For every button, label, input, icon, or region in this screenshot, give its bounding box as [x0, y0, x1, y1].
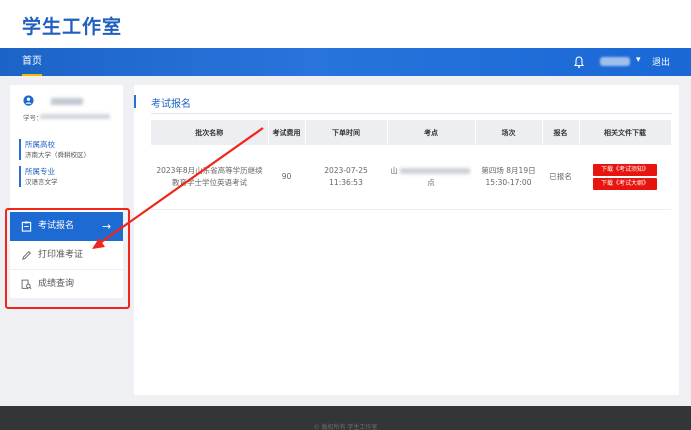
section-marker — [134, 95, 136, 108]
column-header: 场次 — [475, 120, 543, 145]
downloads-cell: 下载《考试须知》 下载《考试大纲》 — [579, 145, 671, 210]
annotation-highlight-box — [5, 208, 130, 309]
download-exam-syllabus-button[interactable]: 下载《考试大纲》 — [593, 177, 657, 190]
fee-cell: 90 — [268, 145, 305, 210]
school-title: 所属高校 — [25, 140, 55, 149]
chevron-down-icon[interactable]: ▾ — [636, 55, 641, 65]
major-title: 所属专业 — [25, 167, 55, 176]
app-title: 学生工作室 — [22, 16, 123, 38]
major-info: 所属专业 汉语言文学 — [19, 166, 119, 187]
column-header: 相关文件下载 — [579, 120, 672, 145]
school-info: 所属高校 济南大学（舜耕校区） — [19, 139, 119, 160]
nav-active-indicator — [22, 74, 42, 76]
order-time-cell: 2023-07-25 11:36:53 — [305, 145, 387, 210]
nav-home-link[interactable]: 首页 — [22, 48, 42, 76]
session-cell: 第四场 8月19日 15:30-17:00 — [475, 145, 542, 210]
column-header: 批次名称 — [151, 120, 269, 145]
section-divider — [151, 113, 672, 114]
student-id-redacted — [40, 114, 110, 119]
table-header-row: 批次名称 考试费用 下单时间 考点 场次 报名 相关文件下载 — [151, 120, 672, 145]
main-content-card: 考试报名 批次名称 考试费用 下单时间 考点 场次 报名 相关文件下载 2023… — [134, 85, 679, 395]
registration-table: 批次名称 考试费用 下单时间 考点 场次 报名 相关文件下载 2023年8月山东… — [151, 120, 672, 210]
section-title: 考试报名 — [151, 99, 191, 110]
exam-site-suffix: 点 — [427, 177, 435, 187]
bell-icon[interactable] — [572, 55, 586, 69]
column-header: 报名 — [542, 120, 580, 145]
nav-bar: 首页 ▾ 退出 — [0, 48, 691, 76]
nav-home-label: 首页 — [22, 56, 42, 67]
exam-site-prefix: 山 — [390, 165, 398, 175]
user-avatar-icon — [23, 95, 34, 106]
top-header: 学生工作室 — [0, 0, 691, 48]
column-header: 考点 — [387, 120, 476, 145]
major-value: 汉语言文学 — [25, 178, 58, 186]
user-name-redacted[interactable] — [600, 57, 630, 66]
column-header: 下单时间 — [305, 120, 388, 145]
exam-site-redacted — [399, 167, 470, 174]
logout-link[interactable]: 退出 — [652, 55, 670, 68]
footer-text: © 版权所有 学生工作室 — [313, 424, 378, 430]
batch-name-cell: 2023年8月山东省高等学历继续教育学士学位英语考试 — [151, 145, 268, 210]
exam-site-cell: 山点 — [387, 145, 475, 210]
table-row: 2023年8月山东省高等学历继续教育学士学位英语考试 90 2023-07-25… — [151, 145, 671, 210]
student-name-redacted — [51, 98, 83, 105]
download-exam-notice-button[interactable]: 下载《考试须知》 — [593, 163, 657, 176]
registration-status-cell: 已报名 — [542, 145, 579, 210]
column-header: 考试费用 — [268, 120, 306, 145]
school-value: 济南大学（舜耕校区） — [25, 151, 90, 159]
page-footer: © 版权所有 学生工作室 — [0, 406, 691, 430]
